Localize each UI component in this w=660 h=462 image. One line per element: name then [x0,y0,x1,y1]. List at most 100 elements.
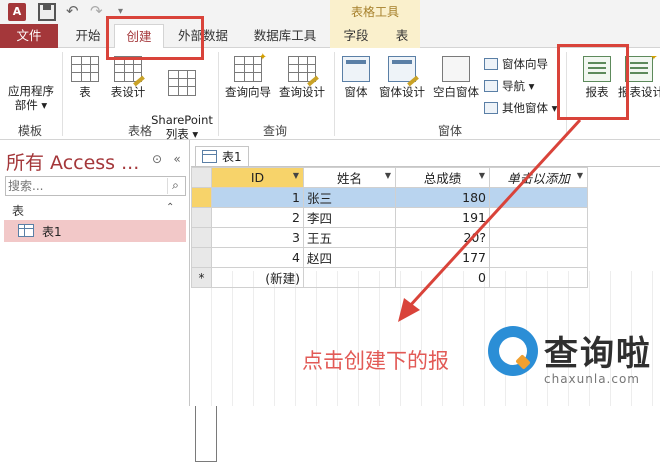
cell-id[interactable]: 3 [211,227,304,248]
cell-id-new[interactable]: (新建) [211,267,304,288]
more-forms-icon [484,102,498,114]
table-button[interactable]: 表 [68,56,102,99]
column-dropdown-icon[interactable]: ▼ [293,171,299,180]
table-icon [202,150,217,163]
new-record-row[interactable]: * (新建) 0 [191,267,588,288]
undo-icon[interactable]: ↶ [66,3,84,21]
save-icon[interactable] [38,3,56,21]
column-header-label: 总成绩 [423,171,462,186]
watermark-brand: 查询啦 [544,334,652,374]
column-dropdown-icon[interactable]: ▼ [479,171,485,180]
nav-pane-title[interactable]: 所有 Access ... [6,148,139,175]
nav-section-tables[interactable]: 表 [12,202,24,219]
tab-file[interactable]: 文件 [0,24,58,48]
navigation-button[interactable]: 导航 ▾ [484,76,534,96]
cell-score[interactable]: 20? [395,227,490,248]
cell-score[interactable]: 177 [395,247,490,268]
cell-add[interactable] [489,267,588,288]
table-icon [71,56,99,82]
cell-score[interactable]: 191 [395,207,490,228]
query-wizard-button[interactable]: 查询向导 [222,51,274,99]
access-app-icon[interactable]: A [8,3,26,21]
cell-id[interactable]: 4 [211,247,304,268]
watermark-url: chaxunla.com [544,372,640,386]
select-all-corner[interactable] [191,167,212,188]
cell-id[interactable]: 1 [211,187,304,208]
new-record-marker[interactable]: * [191,267,212,288]
table-row[interactable]: 3 王五 20? [191,227,588,248]
navigation-pane: 所有 Access ... ⊙ « ⌕ 表 ⌃ 表1 [0,140,190,406]
blank-form-label: 空白窗体 [433,85,479,99]
table-row[interactable]: 1 张三 180 [191,187,588,208]
cell-name[interactable] [303,267,396,288]
query-wizard-icon [234,51,267,82]
column-header-score[interactable]: 总成绩 ▼ [395,167,490,188]
cell-name[interactable]: 赵四 [303,247,396,268]
cell-add[interactable] [489,187,588,208]
nav-search-input[interactable] [8,178,164,194]
form-design-button[interactable]: 窗体设计 [376,56,428,99]
section-collapse-icon[interactable]: ⌃ [166,202,174,213]
cell-name[interactable]: 张三 [303,187,396,208]
row-selector[interactable] [191,247,212,268]
table-row[interactable]: 2 李四 191 [191,207,588,228]
form-design-label: 窗体设计 [379,85,425,99]
cell-score[interactable]: 180 [395,187,490,208]
column-header-label: 单击以添加 [507,171,570,186]
cell-name[interactable]: 王五 [303,227,396,248]
cell-id[interactable]: 2 [211,207,304,228]
form-wizard-button[interactable]: 窗体向导 [484,54,548,74]
column-header-name[interactable]: 姓名 ▼ [303,167,396,188]
column-header-label: ID [250,170,265,185]
column-header-id[interactable]: ID ▼ [211,167,304,188]
cell-add[interactable] [489,247,588,268]
table-design-button[interactable]: 表设计 [106,56,150,99]
row-selector[interactable] [191,227,212,248]
tab-table[interactable]: 表 [384,24,420,48]
table-icon [18,224,34,237]
blank-form-button[interactable]: 空白窗体 [430,56,482,99]
navigation-icon [484,80,498,92]
group-label-queries: 查询 [262,124,287,138]
form-icon [342,56,370,82]
group-separator [334,52,335,136]
datasheet-grid: ID ▼ 姓名 ▼ 总成绩 ▼ 单击以添加 ▼ 1 张三 180 2 李四 191 3 … [191,167,588,288]
column-dropdown-icon[interactable]: ▼ [385,171,391,180]
group-separator [218,52,219,136]
navigation-label: 导航 ▾ [502,79,535,93]
document-tab-label: 表1 [222,150,242,164]
table-row[interactable]: 4 赵四 177 [191,247,588,268]
column-header-click-to-add[interactable]: 单击以添加 ▼ [489,167,588,188]
report-design-icon [625,56,658,82]
tab-database-tools[interactable]: 数据库工具 [246,24,324,48]
nav-pane-collapse-icon[interactable]: « [170,152,184,166]
table-design-label: 表设计 [110,85,146,99]
app-parts-label: 应用程序 部件 ▾ [8,84,54,112]
cell-add[interactable] [489,227,588,248]
more-forms-button[interactable]: 其他窗体 ▾ [484,98,557,118]
group-label-tables: 表格 [127,124,152,138]
document-tab-table1[interactable]: 表1 [195,146,249,166]
highlight-report-button [557,44,629,120]
form-button[interactable]: 窗体 [338,56,374,99]
cell-score-new[interactable]: 0 [395,267,490,288]
column-dropdown-icon[interactable]: ▼ [577,171,583,180]
nav-item-table1[interactable]: 表1 [4,220,186,242]
cell-name[interactable]: 李四 [303,207,396,228]
group-separator [62,52,63,136]
row-selector[interactable] [191,207,212,228]
highlight-create-tab [106,16,204,60]
sharepoint-list-icon [168,70,196,96]
row-selector[interactable] [191,187,212,208]
form-design-icon [388,56,416,82]
nav-pane-menu-icon[interactable]: ⊙ [150,152,164,166]
app-parts-button[interactable]: 应用程序 部件 ▾ [4,56,222,462]
query-design-button[interactable]: 查询设计 [276,56,328,99]
tab-home[interactable]: 开始 [66,24,110,48]
column-header-label: 姓名 [336,171,362,186]
form-wizard-label: 窗体向导 [502,57,548,71]
search-icon[interactable]: ⌕ [167,178,183,194]
cell-add[interactable] [489,207,588,228]
group-label-forms: 窗体 [437,124,462,138]
tab-fields[interactable]: 字段 [336,24,376,48]
